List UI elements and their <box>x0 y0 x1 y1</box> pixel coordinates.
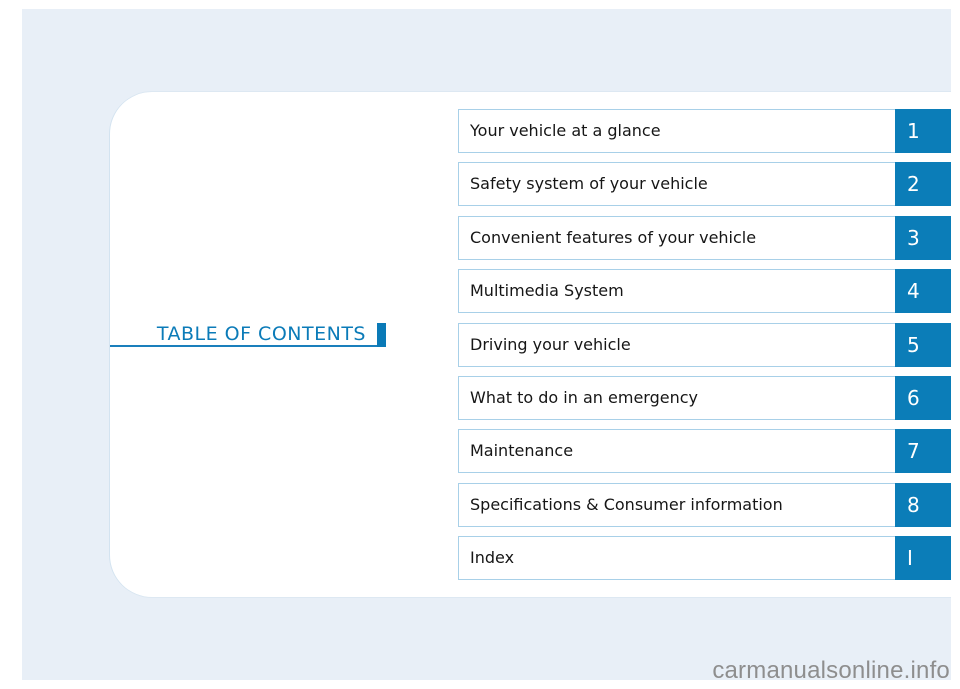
toc-item-1[interactable]: Your vehicle at a glance 1 <box>458 109 951 153</box>
toc-item-index[interactable]: Index I <box>458 536 951 580</box>
toc-item-number[interactable]: 1 <box>895 109 951 153</box>
toc-item-number[interactable]: 2 <box>895 162 951 206</box>
toc-item-number[interactable]: 7 <box>895 429 951 473</box>
toc-item-label[interactable]: Index <box>458 536 897 580</box>
toc-title: TABLE OF CONTENTS <box>156 323 366 345</box>
toc-item-label[interactable]: Safety system of your vehicle <box>458 162 897 206</box>
watermark: carmanualsonline.info <box>712 657 950 684</box>
toc-item-label[interactable]: Specifications & Consumer information <box>458 483 897 527</box>
toc-item-number[interactable]: I <box>895 536 951 580</box>
toc-item-label[interactable]: Driving your vehicle <box>458 323 897 367</box>
toc-item-2[interactable]: Safety system of your vehicle 2 <box>458 162 951 206</box>
toc-item-label[interactable]: Your vehicle at a glance <box>458 109 897 153</box>
toc-accent-bar <box>377 323 386 347</box>
toc-item-number[interactable]: 4 <box>895 269 951 313</box>
toc-item-4[interactable]: Multimedia System 4 <box>458 269 951 313</box>
toc-item-3[interactable]: Convenient features of your vehicle 3 <box>458 216 951 260</box>
toc-item-7[interactable]: Maintenance 7 <box>458 429 951 473</box>
toc-item-8[interactable]: Specifications & Consumer information 8 <box>458 483 951 527</box>
toc-item-number[interactable]: 8 <box>895 483 951 527</box>
toc-item-6[interactable]: What to do in an emergency 6 <box>458 376 951 420</box>
toc-card: TABLE OF CONTENTS Your vehicle at a glan… <box>110 92 951 597</box>
toc-item-label[interactable]: What to do in an emergency <box>458 376 897 420</box>
toc-item-5[interactable]: Driving your vehicle 5 <box>458 323 951 367</box>
toc-item-number[interactable]: 3 <box>895 216 951 260</box>
page-background: TABLE OF CONTENTS Your vehicle at a glan… <box>22 9 951 680</box>
toc-item-label[interactable]: Maintenance <box>458 429 897 473</box>
toc-item-label[interactable]: Convenient features of your vehicle <box>458 216 897 260</box>
toc-item-label[interactable]: Multimedia System <box>458 269 897 313</box>
toc-item-number[interactable]: 6 <box>895 376 951 420</box>
toc-heading: TABLE OF CONTENTS <box>110 323 386 347</box>
toc-item-number[interactable]: 5 <box>895 323 951 367</box>
